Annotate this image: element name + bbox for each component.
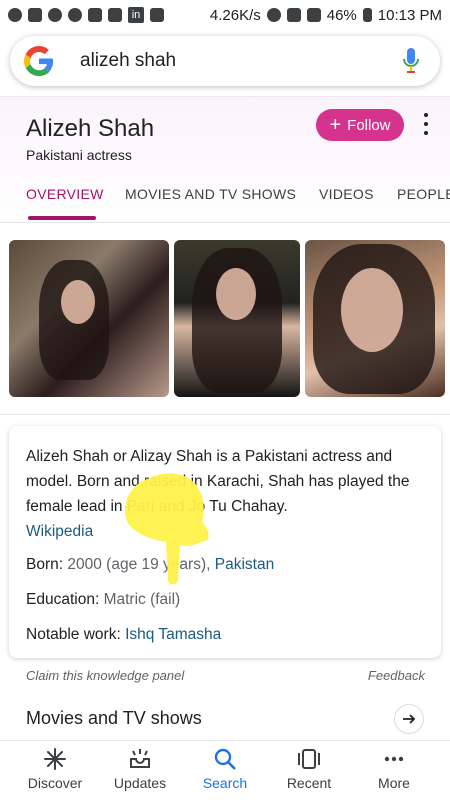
- nav-search-label: Search: [202, 775, 248, 791]
- signal-icon: [306, 8, 321, 22]
- clock: 10:13 PM: [377, 6, 442, 24]
- movies-section-heading: Movies and TV shows: [26, 708, 202, 728]
- mic-icon[interactable]: [402, 48, 420, 74]
- battery-percent: 46%: [326, 6, 357, 24]
- nav-recent-label: Recent: [286, 775, 332, 791]
- nav-recent[interactable]: Recent: [264, 741, 354, 800]
- fact-education: Education: Matric (fail): [26, 591, 180, 609]
- search-icon: [214, 748, 236, 770]
- battery-icon: [362, 8, 372, 22]
- fact-notable-work: Notable work: Ishq Tamasha: [26, 626, 221, 644]
- follow-button[interactable]: + Follow: [316, 109, 404, 141]
- entity-image-1[interactable]: [9, 240, 169, 397]
- movies-more-button[interactable]: [394, 704, 424, 734]
- image-carousel: [0, 240, 450, 398]
- search-header: alizeh shah: [0, 30, 450, 96]
- fact-notable-label: Notable work:: [26, 626, 121, 643]
- tab-overview[interactable]: OVERVIEW: [26, 186, 104, 202]
- entity-image-2[interactable]: [174, 240, 300, 397]
- more-vert-icon[interactable]: [420, 113, 432, 135]
- app-icon: [48, 8, 62, 22]
- tab-movies-and-tv-shows[interactable]: MOVIES AND TV SHOWS: [125, 186, 296, 202]
- linkedin-icon: in: [128, 7, 144, 23]
- search-bar[interactable]: alizeh shah: [10, 36, 440, 86]
- nav-search[interactable]: Search: [180, 741, 270, 800]
- fact-notable-link[interactable]: Ishq Tamasha: [125, 626, 221, 643]
- nav-updates[interactable]: Updates: [95, 741, 185, 800]
- plus-icon: +: [329, 114, 342, 136]
- entity-tabs: OVERVIEW MOVIES AND TV SHOWS VIDEOS PEOP…: [0, 186, 450, 226]
- chevron-icon: [150, 8, 164, 22]
- description-text: Alizeh Shah or Alizay Shah is a Pakistan…: [26, 444, 424, 544]
- network-speed: 4.26K/s: [209, 6, 261, 24]
- nav-discover[interactable]: Discover: [10, 741, 100, 800]
- fact-born-label: Born:: [26, 556, 64, 573]
- nav-updates-label: Updates: [113, 775, 167, 791]
- bottom-nav: Discover Updates Search Recent More: [0, 740, 450, 800]
- app-icon-2: [68, 8, 82, 22]
- status-right: 4.26K/s 46% 10:13 PM: [210, 7, 442, 24]
- entity-title: Alizeh Shah: [26, 115, 155, 142]
- fact-education-value: Matric (fail): [103, 591, 181, 608]
- nav-more-label: More: [378, 775, 410, 791]
- fact-born-place-link[interactable]: Pakistan: [215, 556, 274, 573]
- messages-icon: [8, 8, 22, 22]
- status-bar: in 4.26K/s 46% 10:13 PM: [0, 0, 450, 30]
- feedback-link[interactable]: Feedback: [368, 668, 425, 683]
- alarm-icon: [266, 8, 281, 22]
- description-card: Alizeh Shah or Alizay Shah is a Pakistan…: [9, 426, 441, 658]
- telenor-icon: [108, 8, 122, 22]
- nav-more[interactable]: More: [349, 741, 439, 800]
- search-query[interactable]: alizeh shah: [80, 50, 176, 72]
- tabs-divider: [0, 222, 450, 223]
- pointing-hand-icon: [124, 473, 209, 585]
- arrow-right-icon: [403, 714, 416, 724]
- follow-label: Follow: [347, 116, 391, 134]
- tab-people[interactable]: PEOPLE: [397, 186, 450, 202]
- recent-tabs-icon: [298, 749, 320, 769]
- updates-icon: [130, 749, 150, 768]
- google-logo-icon: [24, 46, 54, 76]
- twitter-icon: [28, 8, 42, 22]
- tab-videos[interactable]: VIDEOS: [319, 186, 374, 202]
- claim-panel-link[interactable]: Claim this knowledge panel: [26, 668, 184, 683]
- tab-active-indicator: [28, 216, 96, 220]
- wikipedia-link[interactable]: Wikipedia: [26, 519, 424, 544]
- heart-icon: [88, 8, 102, 22]
- discover-icon: [44, 748, 66, 770]
- nav-discover-label: Discover: [27, 775, 83, 791]
- wifi-icon: [286, 8, 301, 22]
- section-divider: [0, 414, 450, 415]
- more-horiz-icon: [384, 756, 404, 762]
- entity-subtitle: Pakistani actress: [26, 147, 132, 163]
- entity-image-3[interactable]: [305, 240, 445, 397]
- fact-education-label: Education:: [26, 591, 100, 608]
- notification-icons: in: [8, 7, 164, 23]
